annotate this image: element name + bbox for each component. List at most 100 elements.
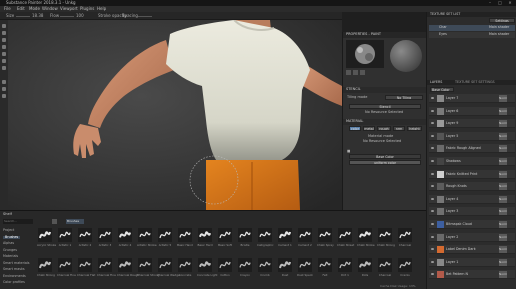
uniform-color-swatch[interactable]: uniform color [349, 160, 421, 165]
layer-name[interactable]: Layer 7 [446, 96, 458, 100]
menu-help[interactable]: Help [97, 7, 106, 11]
shelf-category-item[interactable]: Smart masks [3, 267, 25, 271]
layer-row[interactable]: Layer 9 Norm [429, 119, 515, 129]
visibility-eye-icon[interactable] [431, 97, 434, 99]
layer-row[interactable]: Shadows Norm [429, 157, 515, 166]
stencil-section-header[interactable]: STENCIL [343, 87, 427, 93]
layer-name[interactable]: Layer 2 [446, 235, 458, 239]
brush-thumbnail[interactable] [218, 228, 232, 242]
visibility-eye-icon[interactable] [431, 260, 434, 263]
visibility-eye-icon[interactable] [431, 160, 434, 162]
brush-thumbnail[interactable] [158, 258, 172, 272]
visibility-eye-icon[interactable] [431, 122, 434, 125]
display-settings-icon[interactable] [2, 87, 6, 91]
layer-name[interactable]: Layer 5 [446, 134, 458, 138]
texture-set-shader[interactable]: Main shader [489, 32, 509, 36]
layer-name[interactable]: Bet Pattern N [446, 273, 468, 277]
shelf-category-item[interactable]: Color profiles [3, 280, 25, 284]
brush-thumbnail[interactable] [178, 228, 192, 242]
layer-name[interactable]: Shadows [446, 159, 461, 163]
shelf-category-item[interactable]: Grunges [3, 248, 17, 252]
brush-thumbnail[interactable] [278, 258, 292, 272]
menu-plugins[interactable]: Plugins [80, 7, 94, 11]
visibility-eye-icon[interactable] [431, 197, 434, 200]
brush-thumbnail[interactable] [338, 228, 352, 242]
filter-chip-brushes[interactable]: Brushes [66, 219, 84, 224]
layer-blend-mode[interactable]: Norm [499, 145, 507, 153]
brush-thumbnail[interactable] [358, 228, 372, 242]
brush-thumbnail[interactable] [318, 228, 332, 242]
layer-name[interactable]: Fabric Knitted Print [446, 172, 477, 176]
visibility-eye-icon[interactable] [431, 147, 434, 150]
layer-row[interactable]: Bet Pattern N Norm [429, 270, 515, 280]
visibility-eye-icon[interactable] [431, 248, 434, 251]
layer-blend-mode[interactable]: Norm [499, 208, 507, 216]
menu-mode[interactable]: Mode [29, 7, 40, 11]
layer-blend-mode[interactable]: Norm [499, 246, 507, 254]
bake-icon[interactable] [2, 80, 6, 84]
channel-blend-select[interactable]: Base Color [430, 87, 454, 92]
visibility-eye-icon[interactable] [431, 134, 434, 137]
brush-thumbnail[interactable] [278, 228, 292, 242]
brush-thumbnail[interactable] [98, 258, 112, 272]
eraser-tool-icon[interactable] [2, 31, 6, 35]
brush-thumbnail[interactable] [378, 258, 392, 272]
layer-row[interactable]: Fabric Knitted Print Norm [429, 169, 515, 179]
menu-file[interactable]: File [4, 7, 11, 11]
layer-name[interactable]: Rough Knots [446, 184, 467, 188]
layer-blend-mode[interactable]: Norm [499, 195, 507, 203]
layer-row[interactable]: Layer 7 Norm [429, 94, 515, 103]
projection-tool-icon[interactable] [2, 38, 6, 42]
layer-row[interactable]: Layer 6 Norm [429, 106, 515, 116]
filter-icon[interactable] [52, 219, 57, 224]
layer-row[interactable]: Layer 5 Norm [429, 131, 515, 141]
brush-thumbnail[interactable] [218, 258, 232, 272]
layer-blend-mode[interactable]: Norm [499, 258, 507, 266]
brush-thumbnail[interactable] [258, 228, 272, 242]
shelf-category-item[interactable]: Project [3, 228, 14, 232]
shelf-category-item[interactable]: Environments [3, 274, 26, 278]
clone-tool-icon[interactable] [2, 59, 6, 63]
brush-thumbnail[interactable] [398, 228, 412, 242]
layer-row[interactable]: Layer 4 Norm [429, 194, 515, 204]
brush-thumbnail[interactable] [398, 258, 412, 272]
preset-icon[interactable] [360, 70, 365, 75]
brush-thumbnail[interactable] [338, 258, 352, 272]
texture-set-settings-button[interactable]: Settings [489, 18, 515, 23]
visibility-eye-icon[interactable] [431, 172, 434, 175]
visibility-eye-icon[interactable] [431, 223, 434, 225]
layer-row[interactable]: Bitmapsk Cloud Norm [429, 220, 515, 229]
layer-row[interactable]: Fabric Rough Aligned Norm [429, 144, 515, 154]
layer-name[interactable]: Fabric Rough Aligned [446, 147, 481, 151]
channel-color-toggle[interactable]: color [349, 126, 361, 131]
visibility-eye-icon[interactable] [431, 273, 434, 276]
visibility-eye-icon[interactable] [431, 185, 434, 188]
tiling-mode-select[interactable]: No Tiling [385, 95, 423, 100]
material-sphere-preview[interactable] [390, 40, 422, 72]
visibility-eye-icon[interactable] [431, 235, 434, 238]
brush-thumbnail[interactable] [358, 258, 372, 272]
layer-row[interactable]: Label Denim Dark Norm [429, 245, 515, 255]
brush-thumbnail[interactable] [38, 258, 52, 272]
texture-set-row[interactable]: Char Main shader [429, 25, 515, 31]
paint-tool-icon[interactable] [2, 24, 6, 28]
layer-blend-mode[interactable]: Norm [499, 183, 507, 191]
channel-metal-toggle[interactable]: metal [363, 126, 375, 131]
layer-name[interactable]: Layer 1 [446, 260, 458, 264]
brush-thumbnail[interactable] [78, 258, 92, 272]
layer-blend-mode[interactable]: Norm [499, 132, 507, 140]
brush-thumbnail[interactable] [58, 258, 72, 272]
brush-thumbnail[interactable] [178, 258, 192, 272]
layer-blend-mode[interactable]: Norm [499, 95, 507, 102]
visibility-eye-icon[interactable] [431, 210, 434, 213]
brush-thumbnail[interactable] [158, 228, 172, 242]
channel-nrm-toggle[interactable]: nrm [393, 126, 405, 131]
shelf-search-input[interactable]: Search... [3, 219, 33, 224]
layer-name[interactable]: Layer 6 [446, 109, 458, 113]
alpha-icon[interactable] [346, 70, 351, 75]
brush-thumbnail[interactable] [98, 228, 112, 242]
stencil-icon[interactable] [353, 70, 358, 75]
picker-tool-icon[interactable] [2, 66, 6, 70]
brush-thumbnail[interactable] [38, 228, 52, 242]
brush-thumbnail[interactable] [198, 258, 212, 272]
